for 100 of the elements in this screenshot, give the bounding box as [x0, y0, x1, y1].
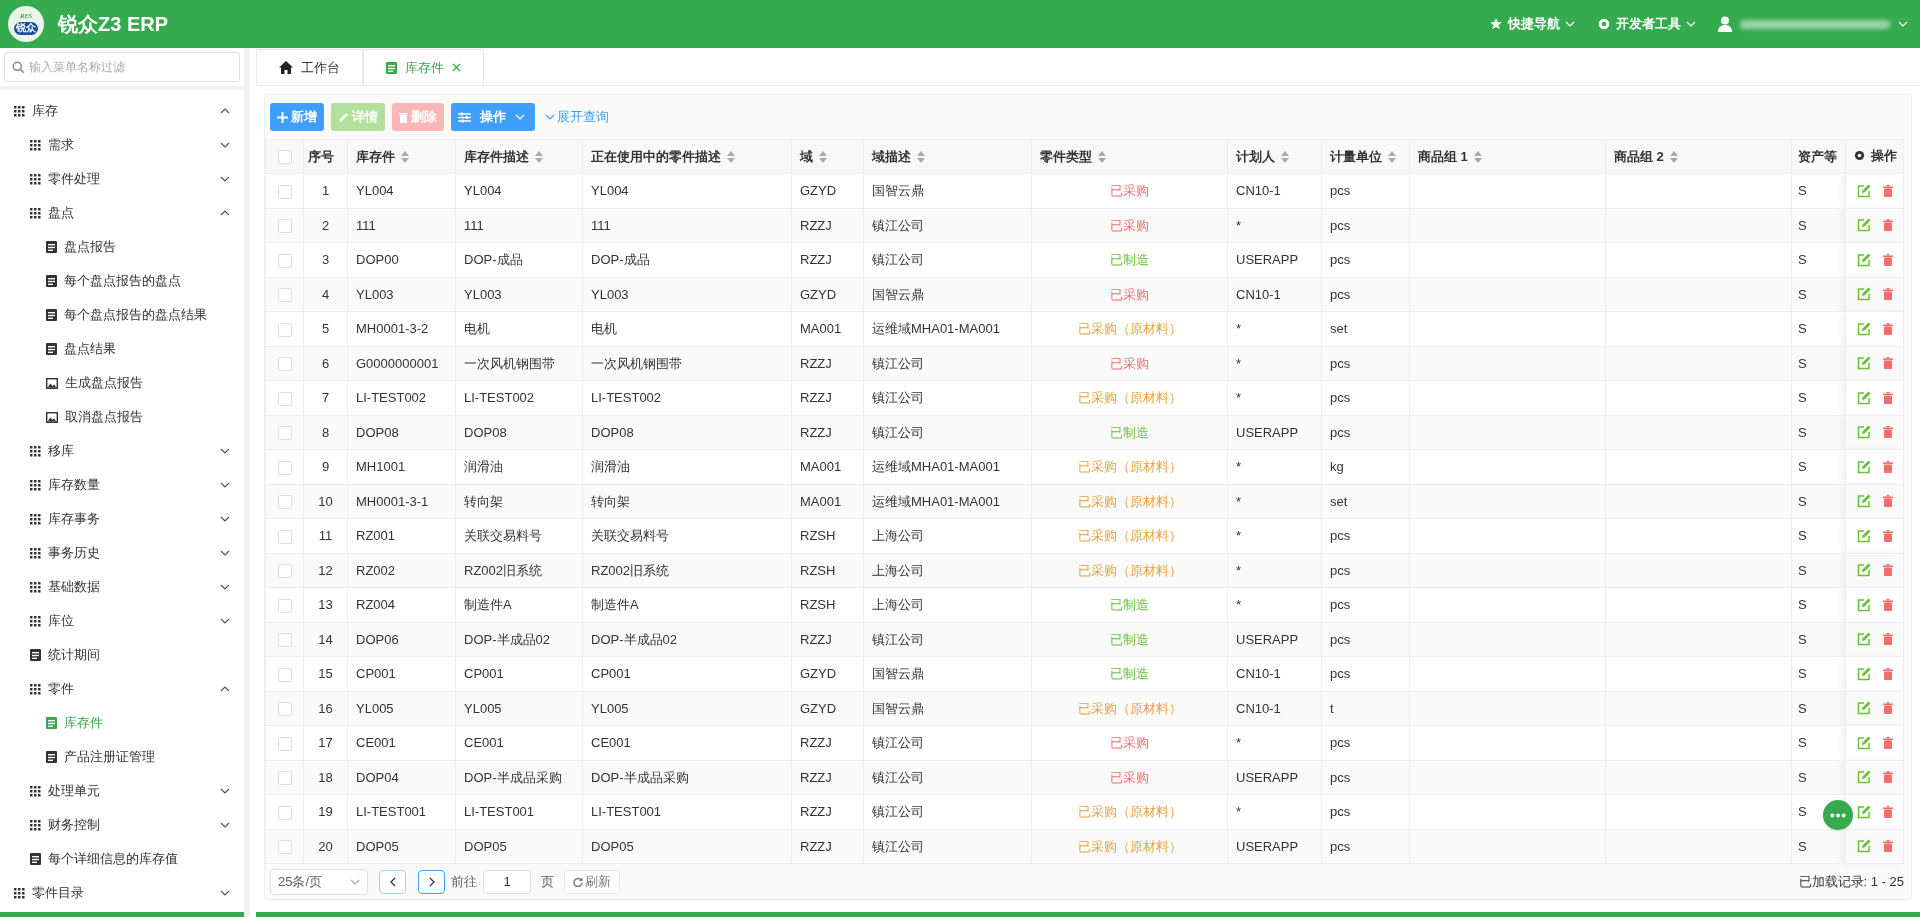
menu-item[interactable]: 每个盘点报告的盘点	[0, 264, 244, 298]
page-size-select[interactable]: 25条/页	[270, 868, 368, 895]
delete-button[interactable]	[1882, 322, 1893, 335]
delete-button[interactable]	[1882, 219, 1893, 232]
menu-item[interactable]: 库存	[0, 94, 244, 128]
checkbox[interactable]	[277, 426, 292, 441]
checkbox[interactable]	[277, 391, 292, 406]
delete-button[interactable]	[1882, 667, 1893, 680]
checkbox[interactable]	[277, 805, 292, 820]
edit-button[interactable]	[1856, 287, 1871, 302]
table-cell: YL005	[464, 700, 502, 716]
checkbox[interactable]	[277, 184, 292, 199]
delete-button[interactable]	[1882, 288, 1893, 301]
delete-button[interactable]	[1882, 564, 1893, 577]
edit-button[interactable]	[1856, 494, 1871, 509]
column-header: 商品组 2	[1614, 147, 1664, 166]
menu-item[interactable]: 每个详细信息的库存值	[0, 842, 244, 876]
delete-button[interactable]	[1882, 495, 1893, 508]
edit-button[interactable]	[1856, 839, 1871, 854]
delete-button[interactable]	[1882, 633, 1893, 646]
menu-item[interactable]: 取消盘点报告	[0, 400, 244, 434]
edit-button[interactable]	[1856, 701, 1871, 716]
delete-button[interactable]	[1882, 771, 1893, 784]
edit-button[interactable]	[1856, 735, 1871, 750]
edit-button[interactable]	[1856, 252, 1871, 267]
menu-item[interactable]: 事务历史	[0, 536, 244, 570]
edit-button[interactable]	[1856, 390, 1871, 405]
edit-button[interactable]	[1856, 666, 1871, 681]
edit-button[interactable]	[1856, 563, 1871, 578]
checkbox[interactable]	[277, 840, 292, 855]
part-type-text: 已采购（原材料）	[1077, 700, 1182, 716]
delete-button[interactable]	[1882, 391, 1893, 404]
delete-button[interactable]	[1882, 529, 1893, 542]
table-cell: RZZJ	[800, 355, 832, 371]
delete-button[interactable]	[1882, 426, 1893, 439]
edit-button[interactable]	[1856, 321, 1871, 336]
delete-button[interactable]	[1882, 184, 1893, 197]
checkbox[interactable]	[277, 253, 292, 268]
menu-item[interactable]: 每个盘点报告的盘点结果	[0, 298, 244, 332]
table-cell: pcs	[1330, 769, 1351, 785]
refresh-button[interactable]: 刷新	[564, 869, 620, 894]
checkbox[interactable]	[277, 529, 292, 544]
menu-item[interactable]: 零件目录	[0, 876, 244, 910]
checkbox[interactable]	[277, 564, 292, 579]
checkbox[interactable]	[277, 322, 292, 337]
checkbox[interactable]	[277, 150, 292, 165]
checkbox[interactable]	[277, 736, 292, 751]
delete-button[interactable]	[1882, 253, 1893, 266]
previous-page-button[interactable]	[379, 869, 406, 894]
next-page-button[interactable]	[418, 869, 445, 894]
edit-button[interactable]	[1856, 356, 1871, 371]
edit-button[interactable]	[1856, 183, 1871, 198]
menu-item[interactable]: 库存事务	[0, 502, 244, 536]
checkbox[interactable]	[277, 357, 292, 372]
delete-button[interactable]	[1882, 702, 1893, 715]
delete-button[interactable]	[1882, 736, 1893, 749]
menu-item[interactable]: 零件	[0, 672, 244, 706]
checkbox[interactable]	[277, 495, 292, 510]
menu-item[interactable]: 财务控制	[0, 808, 244, 842]
delete-button[interactable]	[1882, 805, 1893, 818]
menu-item[interactable]: 库位	[0, 604, 244, 638]
page-number-field[interactable]: 1	[483, 869, 531, 894]
menu-item[interactable]: 需求	[0, 128, 244, 162]
checkbox[interactable]	[277, 667, 292, 682]
checkbox[interactable]	[277, 219, 292, 234]
delete-button[interactable]	[1882, 840, 1893, 853]
edit-button[interactable]	[1856, 528, 1871, 543]
checkbox[interactable]	[277, 598, 292, 613]
checkbox[interactable]	[277, 771, 292, 786]
edit-button[interactable]	[1856, 425, 1871, 440]
menu-item[interactable]: 零件处理	[0, 162, 244, 196]
delete-button[interactable]	[1882, 598, 1893, 611]
edit-button[interactable]	[1856, 804, 1871, 819]
menu-item[interactable]: 盘点报告	[0, 230, 244, 264]
tab[interactable]: 工作台	[256, 49, 363, 85]
delete-button[interactable]	[1882, 460, 1893, 473]
menu-item[interactable]: 库存数量	[0, 468, 244, 502]
edit-button[interactable]	[1856, 597, 1871, 612]
table-cell: 运维域MHA01-MA001	[872, 321, 1000, 336]
checkbox[interactable]	[277, 288, 292, 303]
menu-item[interactable]: 盘点	[0, 196, 244, 230]
menu-item[interactable]: 产品注册证管理	[0, 740, 244, 774]
checkbox[interactable]	[277, 633, 292, 648]
user-menu[interactable]	[1718, 16, 1908, 32]
delete-button[interactable]	[1882, 357, 1893, 370]
menu-filter-field[interactable]: 输入菜单名称过滤	[4, 52, 240, 82]
menu-item[interactable]: 处理单元	[0, 774, 244, 808]
edit-button[interactable]	[1856, 770, 1871, 785]
menu-item[interactable]: 生成盘点报告	[0, 366, 244, 400]
table-cell: *	[1236, 493, 1242, 509]
edit-button[interactable]	[1856, 218, 1871, 233]
table-cell: *	[1236, 321, 1242, 336]
menu-item[interactable]: 基础数据	[0, 570, 244, 604]
edit-button[interactable]	[1856, 632, 1871, 647]
edit-button[interactable]	[1856, 459, 1871, 474]
menu-item[interactable]: 统计期间	[0, 638, 244, 672]
checkbox[interactable]	[277, 702, 292, 717]
menu-item[interactable]: 盘点结果	[0, 332, 244, 366]
menu-item[interactable]: 移库	[0, 434, 244, 468]
checkbox[interactable]	[277, 460, 292, 475]
